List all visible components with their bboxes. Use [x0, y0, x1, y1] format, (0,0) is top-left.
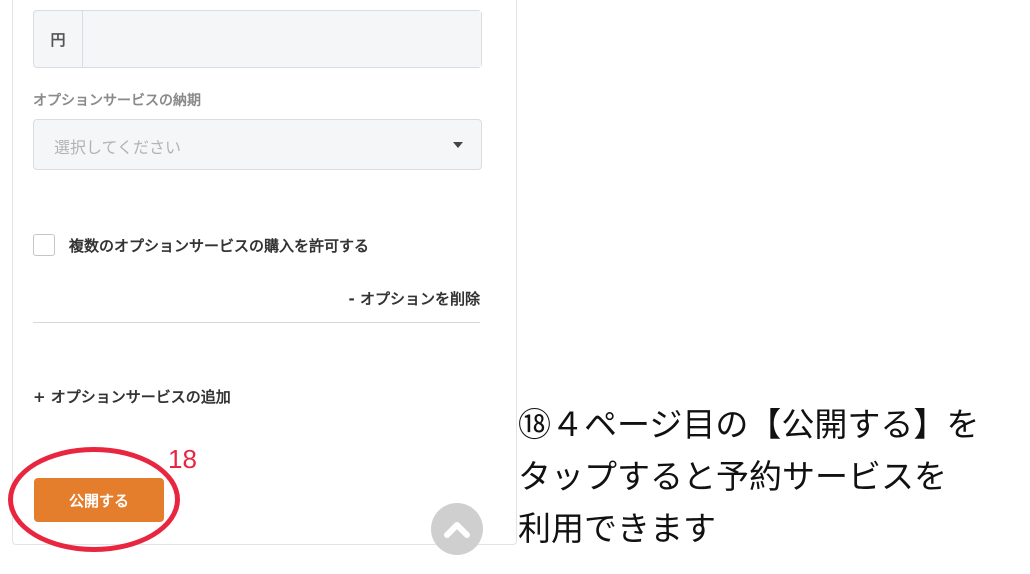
caret-down-icon: [453, 142, 463, 148]
divider: [33, 322, 480, 323]
allow-multiple-checkbox[interactable]: [33, 234, 55, 256]
highlight-circle: [8, 447, 180, 552]
caption-line: ⑱４ページ目の【公開する】を: [518, 405, 980, 444]
delivery-select-placeholder: 選択してください: [54, 138, 182, 157]
step-number: 18: [168, 444, 197, 474]
add-option-link[interactable]: + オプションサービスの追加: [33, 386, 231, 407]
caption-line: タップすると予約サービスを: [518, 457, 947, 496]
price-input[interactable]: [82, 11, 481, 67]
allow-multiple-label[interactable]: 複数のオプションサービスの購入を許可する: [69, 235, 369, 256]
instruction-caption: ⑱４ページ目の【公開する】を タップすると予約サービスを 利用できます: [518, 399, 1023, 555]
delivery-select[interactable]: 選択してください: [33, 119, 482, 170]
delivery-label: オプションサービスの納期: [33, 93, 201, 109]
chevron-up-icon: [444, 522, 470, 538]
allow-multiple-row: 複数のオプションサービスの購入を許可する: [33, 234, 369, 256]
caption-line: 利用できます: [518, 509, 716, 548]
remove-option-link[interactable]: - オプションを削除: [349, 288, 480, 309]
currency-addon: 円: [50, 30, 66, 49]
scroll-top-button[interactable]: [431, 503, 483, 555]
price-input-group: 円: [33, 10, 482, 68]
